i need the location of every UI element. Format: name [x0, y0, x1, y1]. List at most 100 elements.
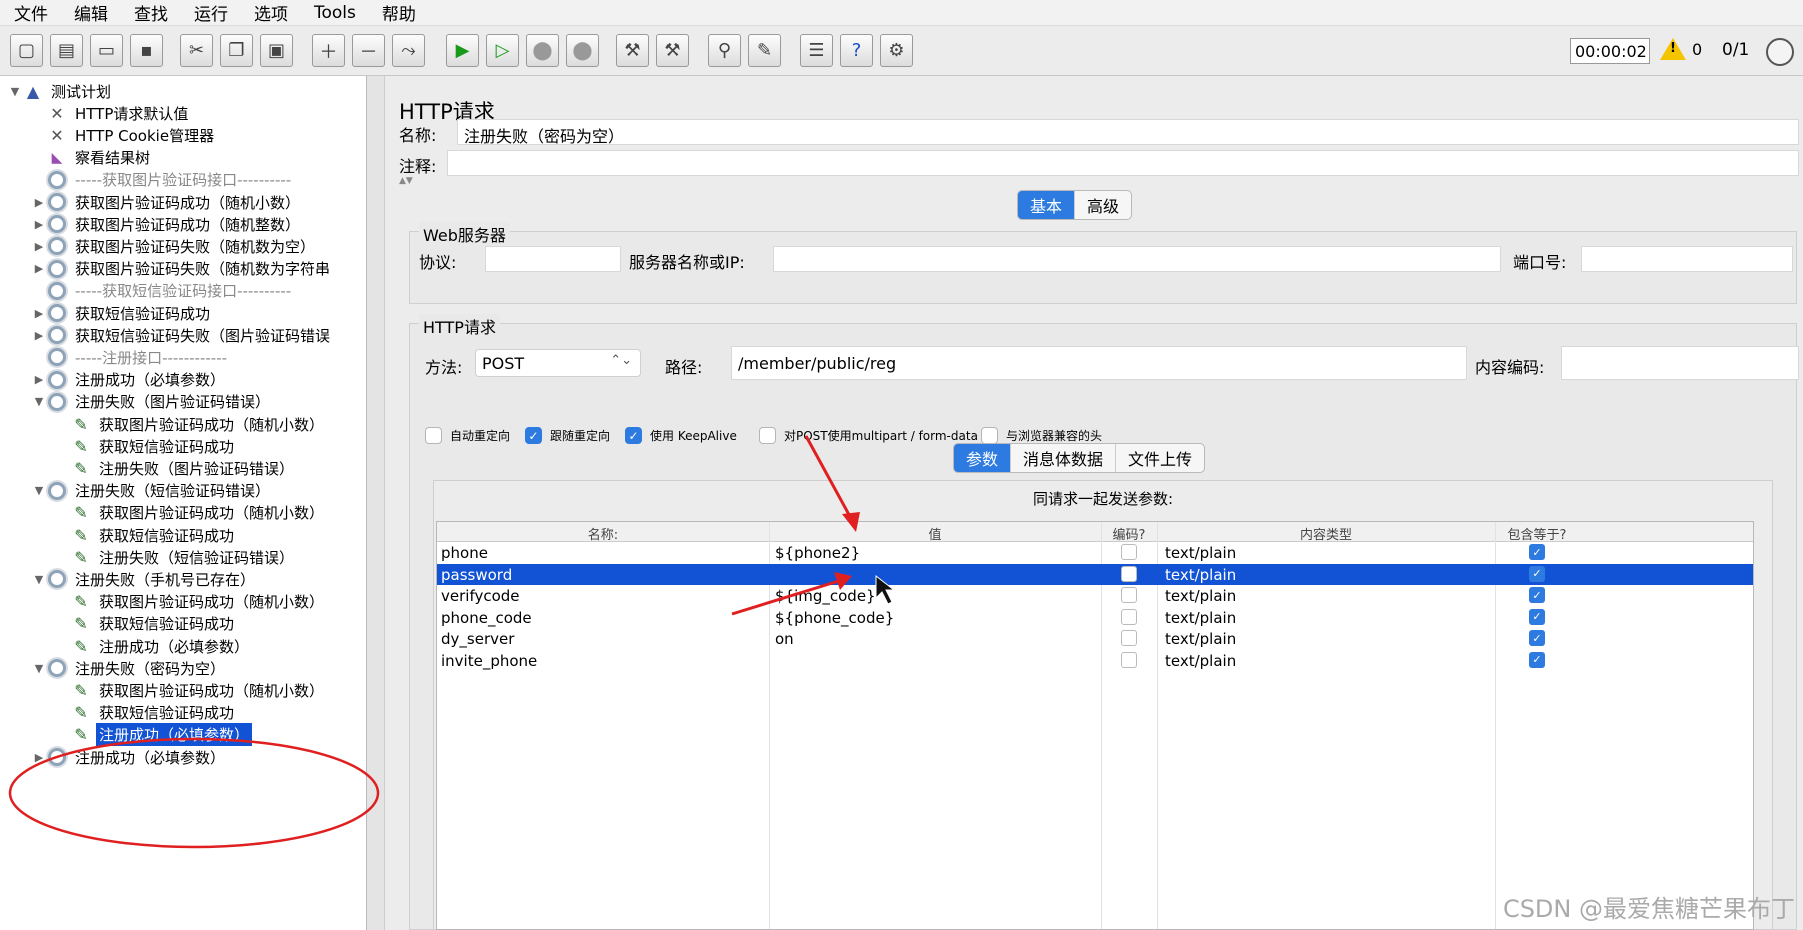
- pane-splitter[interactable]: [367, 76, 385, 930]
- table-row[interactable]: phone ${phone2} text/plain ✓: [437, 542, 1753, 563]
- method-select[interactable]: POST ⌃⌄: [475, 349, 641, 377]
- content-type[interactable]: text/plain: [1165, 566, 1236, 584]
- menu-item-1[interactable]: 编辑: [74, 0, 108, 25]
- menu-item-6[interactable]: 帮助: [382, 0, 416, 25]
- search-icon[interactable]: ⚲: [708, 34, 741, 67]
- tree-node[interactable]: ✎ 获取短信验证码成功: [56, 524, 237, 546]
- content-type[interactable]: text/plain: [1165, 652, 1236, 670]
- tree-node[interactable]: ▼ 注册失败（手机号已存在）: [32, 568, 258, 590]
- globe-icon[interactable]: [1766, 38, 1794, 66]
- save-icon[interactable]: ▪: [130, 34, 163, 67]
- table-row[interactable]: verifycode ${img_code} text/plain ✓: [437, 585, 1753, 606]
- checkbox-empty-icon[interactable]: [759, 427, 776, 444]
- shutdown-icon[interactable]: ⬤: [566, 34, 599, 67]
- menu-item-4[interactable]: 选项: [254, 0, 288, 25]
- chevron-right-icon[interactable]: ▶: [32, 329, 46, 342]
- chevron-down-icon[interactable]: ▼: [32, 662, 46, 675]
- table-row[interactable]: password text/plain ✓: [437, 563, 1753, 585]
- param-name[interactable]: phone: [441, 544, 488, 562]
- tree-node[interactable]: ▶ 获取短信验证码成功: [32, 302, 213, 324]
- param-value[interactable]: ${phone_code}: [775, 609, 894, 627]
- tree-node[interactable]: ▼ 注册失败（密码为空）: [32, 657, 228, 679]
- start-icon[interactable]: ▶: [446, 34, 479, 67]
- server-field[interactable]: [773, 246, 1501, 272]
- stop-icon[interactable]: ⬤: [526, 34, 559, 67]
- tree-node[interactable]: ◣ 察看结果树: [32, 147, 153, 169]
- include-equals-checkbox[interactable]: ✓: [1529, 651, 1545, 668]
- param-name[interactable]: verifycode: [441, 587, 520, 605]
- param-value[interactable]: on: [775, 630, 794, 648]
- chevron-down-icon[interactable]: ▼: [32, 395, 46, 408]
- tree-node[interactable]: ▶ 获取图片验证码成功（随机小数）: [32, 191, 303, 213]
- tree-node[interactable]: ✎ 获取图片验证码成功（随机小数）: [56, 591, 327, 613]
- tree-node[interactable]: ▼ ▲ 测试计划: [8, 80, 114, 102]
- function-helper-icon[interactable]: ☰: [800, 34, 833, 67]
- new-icon[interactable]: ▢: [10, 34, 43, 67]
- encode-checkbox[interactable]: [1121, 651, 1137, 668]
- tree-node[interactable]: ▶ 获取图片验证码成功（随机整数）: [32, 213, 303, 235]
- param-name[interactable]: dy_server: [441, 630, 514, 648]
- tab-file-upload[interactable]: 文件上传: [1116, 444, 1204, 472]
- tree-node[interactable]: ▶ 获取图片验证码失败（随机数为字符串: [32, 258, 333, 280]
- option-checkbox-4[interactable]: 与浏览器兼容的头: [981, 427, 1102, 444]
- tree-node[interactable]: ✎ 获取短信验证码成功: [56, 435, 237, 457]
- param-value[interactable]: ${phone2}: [775, 544, 860, 562]
- paste-icon[interactable]: ▣: [260, 34, 293, 67]
- chevron-right-icon[interactable]: ▶: [32, 240, 46, 253]
- templates-icon[interactable]: ▤: [50, 34, 83, 67]
- include-equals-checkbox[interactable]: ✓: [1529, 565, 1545, 582]
- chevron-right-icon[interactable]: ▶: [32, 751, 46, 764]
- reset-search-icon[interactable]: ✎: [748, 34, 781, 67]
- chevron-right-icon[interactable]: ▶: [32, 373, 46, 386]
- path-field[interactable]: /member/public/reg: [731, 346, 1467, 380]
- option-checkbox-2[interactable]: ✓ 使用 KeepAlive: [625, 427, 737, 444]
- table-row[interactable]: dy_server on text/plain ✓: [437, 628, 1753, 649]
- content-type[interactable]: text/plain: [1165, 609, 1236, 627]
- encoding-field[interactable]: [1561, 346, 1799, 380]
- tab-body-data[interactable]: 消息体数据: [1011, 444, 1117, 472]
- content-type[interactable]: text/plain: [1165, 544, 1236, 562]
- menu-item-5[interactable]: Tools: [314, 3, 356, 23]
- tree-node[interactable]: ▶ 注册成功（必填参数）: [32, 746, 228, 768]
- checkbox-empty-icon[interactable]: [425, 427, 442, 444]
- param-value[interactable]: ${img_code}: [775, 587, 876, 605]
- chevron-right-icon[interactable]: ▶: [32, 196, 46, 209]
- tree-node[interactable]: ▼ 注册失败（图片验证码错误）: [32, 391, 273, 413]
- cut-icon[interactable]: ✂: [180, 34, 213, 67]
- tree-node[interactable]: ▼ 注册失败（短信验证码错误）: [32, 480, 273, 502]
- tree-node[interactable]: ✎ 注册失败（短信验证码错误）: [56, 546, 297, 568]
- checkbox-checked-icon[interactable]: ✓: [625, 427, 642, 444]
- tree-node[interactable]: ✎ 获取短信验证码成功: [56, 702, 237, 724]
- chevron-down-icon[interactable]: ▼: [32, 484, 46, 497]
- tree-node[interactable]: ✎ 注册成功（必填参数）: [56, 723, 253, 747]
- tree-node[interactable]: ✕ HTTP Cookie管理器: [32, 124, 217, 146]
- tree-node[interactable]: -----获取短信验证码接口----------: [32, 280, 294, 302]
- menu-item-2[interactable]: 查找: [134, 0, 168, 25]
- name-field[interactable]: 注册失败（密码为空）: [457, 119, 1799, 146]
- comment-field[interactable]: [447, 150, 1799, 176]
- collapse-arrows-icon[interactable]: ▲▼: [399, 176, 413, 186]
- tab-parameters[interactable]: 参数: [954, 444, 1012, 472]
- tree-node[interactable]: ✎ 注册成功（必填参数）: [56, 635, 252, 657]
- warning-indicator[interactable]: 0: [1660, 38, 1702, 60]
- tree-node[interactable]: ▶ 注册成功（必填参数）: [32, 369, 228, 391]
- remote-icon[interactable]: ⚙: [880, 34, 913, 67]
- param-name[interactable]: password: [441, 566, 512, 584]
- param-name[interactable]: phone_code: [441, 609, 532, 627]
- encode-checkbox[interactable]: [1121, 565, 1137, 582]
- clear-icon[interactable]: ⚒: [616, 34, 649, 67]
- encode-checkbox[interactable]: [1121, 630, 1137, 646]
- tree-node[interactable]: ▶ 获取短信验证码失败（图片验证码错误: [32, 324, 333, 346]
- table-row[interactable]: phone_code ${phone_code} text/plain ✓: [437, 607, 1753, 628]
- tree-node[interactable]: ✎ 获取图片验证码成功（随机小数）: [56, 502, 327, 524]
- tree-node[interactable]: -----获取图片验证码接口----------: [32, 169, 294, 191]
- option-checkbox-3[interactable]: 对POST使用multipart / form-data: [759, 427, 978, 444]
- tree-node[interactable]: ✎ 获取图片验证码成功（随机小数）: [56, 413, 327, 435]
- tree-node[interactable]: ▶ 获取图片验证码失败（随机数为空）: [32, 235, 318, 257]
- expand-icon[interactable]: ＋: [312, 34, 345, 67]
- tree-node[interactable]: ✕ HTTP请求默认值: [32, 102, 191, 124]
- checkbox-checked-icon[interactable]: ✓: [525, 427, 542, 444]
- chevron-right-icon[interactable]: ▶: [32, 307, 46, 320]
- include-equals-checkbox[interactable]: ✓: [1529, 544, 1545, 560]
- tree-node[interactable]: ✎ 注册失败（图片验证码错误）: [56, 457, 297, 479]
